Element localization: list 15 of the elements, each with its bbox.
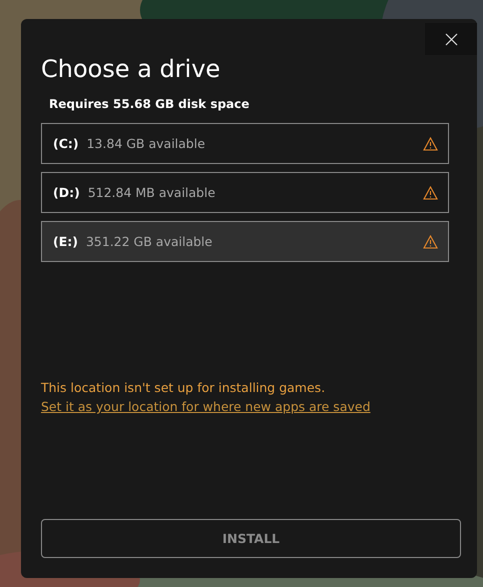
dialog-title: Choose a drive: [41, 54, 222, 85]
drive-space: 351.22 GB available: [86, 234, 214, 249]
drive-option[interactable]: (D:) 512.84 MB available: [41, 172, 449, 213]
drive-letter: (C:): [53, 136, 79, 151]
warning-message: This location isn't set up for installing games.: [41, 380, 326, 395]
drive-option[interactable]: (C:) 13.84 GB available: [41, 123, 449, 164]
close-button[interactable]: [425, 23, 477, 55]
drive-letter: (D:): [53, 185, 80, 200]
close-icon: [444, 32, 458, 46]
requirement-text: Requires 55.68 GB disk space: [49, 97, 250, 111]
drive-space: 512.84 MB available: [88, 185, 216, 200]
drive-option[interactable]: (E:) 351.22 GB available: [41, 221, 449, 262]
drive-space: 13.84 GB available: [86, 136, 206, 151]
set-location-link[interactable]: Set it as your location for where new apps are saved: [41, 399, 370, 414]
drive-letter: (E:): [53, 234, 78, 249]
